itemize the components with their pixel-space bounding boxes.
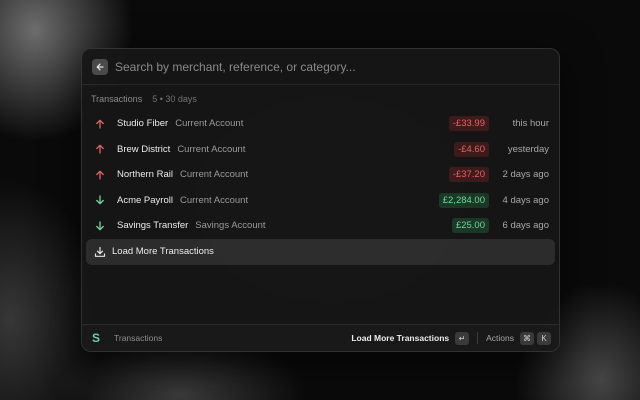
merchant-name: Savings Transfer <box>117 220 189 232</box>
k-key-hint: K <box>537 331 551 345</box>
merchant-name: Brew District <box>117 143 171 155</box>
amount-badge: £25.00 <box>451 218 489 234</box>
transaction-row[interactable]: Northern Rail Current Account -£37.20 2 day… <box>86 162 555 188</box>
arrow-up-icon <box>94 169 106 181</box>
transaction-row[interactable]: Studio Fiber Current Account -£33.99 this h… <box>86 111 555 137</box>
account-name: Current Account <box>179 194 249 206</box>
account-name: Current Account <box>179 169 249 181</box>
load-more-row[interactable]: Load More Transactions <box>86 238 555 265</box>
relative-time: yesterday <box>507 143 549 155</box>
transaction-row[interactable]: Acme Payroll Current Account £2,284.00 4 da… <box>86 188 555 214</box>
transaction-row[interactable]: Brew District Current Account -£4.60 yester… <box>86 137 555 163</box>
footer-divider <box>477 332 479 344</box>
account-name: Current Account <box>175 118 244 130</box>
arrow-left-icon <box>96 63 104 70</box>
amount-badge: -£4.60 <box>454 141 489 157</box>
section-meta: 5 • 30 days <box>152 94 197 104</box>
account-name: Savings Account <box>195 220 266 232</box>
merchant-name: Studio Fiber <box>117 118 169 130</box>
primary-action-button[interactable]: Load More Transactions <box>351 333 449 343</box>
back-button[interactable] <box>92 58 108 75</box>
actions-button[interactable]: Actions <box>486 333 514 343</box>
merchant-name: Acme Payroll <box>117 194 173 206</box>
section-title: Transactions <box>91 94 143 104</box>
amount-badge: -£33.99 <box>448 116 489 132</box>
footer-bar: S Transactions Load More Transactions ↵ … <box>82 324 559 351</box>
arrow-down-icon <box>94 220 106 232</box>
extension-name: Transactions <box>114 333 163 343</box>
relative-time: 4 days ago <box>502 194 549 206</box>
merchant-name: Northern Rail <box>117 169 173 181</box>
arrow-up-icon <box>94 143 106 155</box>
extension-logo-icon: S <box>91 331 100 345</box>
relative-time: this hour <box>512 118 549 130</box>
search-bar <box>82 49 559 85</box>
load-more-label: Load More Transactions <box>112 246 214 257</box>
search-input[interactable] <box>115 59 549 74</box>
download-icon <box>94 246 106 258</box>
enter-key-hint: ↵ <box>455 331 470 345</box>
transaction-list: Studio Fiber Current Account -£33.99 this h… <box>82 111 559 265</box>
section-header: Transactions 5 • 30 days <box>82 87 559 111</box>
account-name: Current Account <box>177 143 246 155</box>
cmd-key-hint: ⌘ <box>520 331 534 345</box>
transaction-row[interactable]: Savings Transfer Savings Account £25.00 6 d… <box>86 213 555 239</box>
amount-badge: -£37.20 <box>448 167 489 183</box>
arrow-down-icon <box>94 194 106 206</box>
arrow-up-icon <box>94 118 106 130</box>
amount-badge: £2,284.00 <box>438 192 489 208</box>
relative-time: 2 days ago <box>502 169 549 181</box>
relative-time: 6 days ago <box>502 220 549 232</box>
command-window: Transactions 5 • 30 days Studio Fiber Cur… <box>81 48 560 352</box>
